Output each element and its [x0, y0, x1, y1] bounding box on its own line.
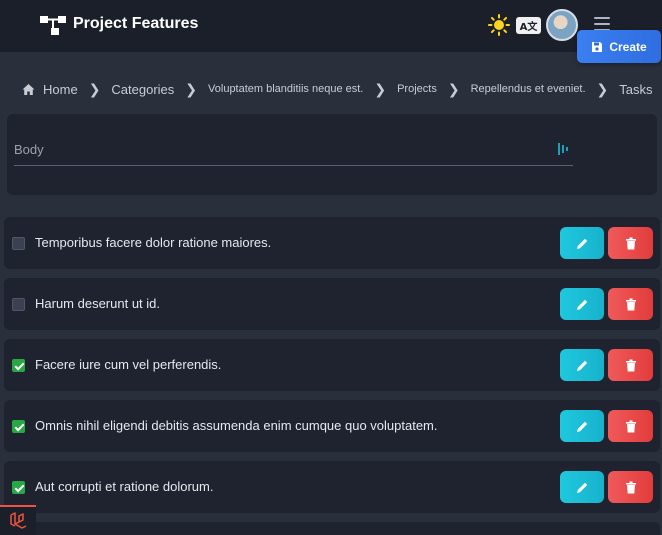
avatar[interactable]: [546, 9, 578, 41]
trash-icon: [625, 237, 636, 249]
chevron-right-icon: ❯: [185, 80, 198, 97]
top-bar: Project Features A文: [0, 0, 662, 52]
pencil-icon: [576, 238, 587, 249]
task-text: Omnis nihil eligendi debitis assumenda e…: [35, 418, 438, 433]
delete-button[interactable]: [608, 410, 653, 442]
create-task-card: [7, 114, 657, 195]
edit-button[interactable]: [560, 349, 604, 381]
task-checkbox[interactable]: [12, 359, 25, 372]
delete-button[interactable]: [608, 227, 653, 259]
task-text: Aut corrupti et ratione dolorum.: [35, 479, 214, 494]
task-row: Aut corrupti et ratione dolorum.: [4, 461, 660, 513]
task-checkbox[interactable]: [12, 481, 25, 494]
chevron-right-icon: ❯: [88, 80, 101, 97]
edit-button[interactable]: [560, 288, 604, 320]
chevron-right-icon: ❯: [374, 80, 387, 97]
task-checkbox[interactable]: [12, 298, 25, 311]
task-text: Temporibus facere dolor ratione maiores.: [35, 235, 272, 250]
delete-button[interactable]: [608, 349, 653, 381]
edit-button[interactable]: [560, 410, 604, 442]
home-icon[interactable]: [22, 83, 35, 96]
body-input[interactable]: [14, 134, 573, 165]
task-checkbox[interactable]: [12, 420, 25, 433]
edit-button[interactable]: [560, 227, 604, 259]
create-button-label: Create: [609, 39, 647, 54]
project-hierarchy-icon[interactable]: [39, 14, 67, 36]
laravel-icon[interactable]: [0, 505, 36, 535]
breadcrumb-home[interactable]: Home: [43, 82, 78, 97]
breadcrumb-tasks: Tasks: [619, 81, 653, 97]
pencil-icon: [576, 360, 587, 371]
chevron-right-icon: ❯: [596, 80, 609, 97]
floppy-disk-icon: [592, 41, 603, 52]
breadcrumb-categories[interactable]: Categories: [111, 82, 174, 97]
pencil-icon: [576, 421, 587, 432]
task-row: Facere iure cum vel perferendis.: [4, 339, 660, 391]
create-button[interactable]: Create: [577, 30, 661, 63]
delete-button[interactable]: [608, 471, 653, 503]
pencil-icon: [576, 482, 587, 493]
task-row: Temporibus facere dolor ratione maiores.: [4, 217, 660, 269]
sun-icon[interactable]: [488, 14, 510, 36]
breadcrumb-category[interactable]: Voluptatem blanditiis neque est.: [208, 83, 363, 95]
breadcrumb-projects[interactable]: Projects: [397, 83, 437, 95]
password-manager-icon[interactable]: [557, 142, 569, 156]
breadcrumb: Home ❯ Categories ❯ Voluptatem blanditii…: [22, 80, 653, 98]
trash-icon: [625, 298, 636, 310]
task-row-partial: [4, 522, 660, 535]
delete-button[interactable]: [608, 288, 653, 320]
chevron-right-icon: ❯: [447, 80, 460, 97]
app-title[interactable]: Project Features: [73, 15, 198, 33]
breadcrumb-project[interactable]: Repellendus et eveniet.: [471, 83, 586, 95]
pencil-icon: [576, 299, 587, 310]
trash-icon: [625, 481, 636, 493]
task-row: Omnis nihil eligendi debitis assumenda e…: [4, 400, 660, 452]
task-row: Harum deserunt ut id.: [4, 278, 660, 330]
task-checkbox[interactable]: [12, 237, 25, 250]
trash-icon: [625, 420, 636, 432]
trash-icon: [625, 359, 636, 371]
task-text: Harum deserunt ut id.: [35, 296, 161, 311]
edit-button[interactable]: [560, 471, 604, 503]
body-field: [14, 134, 573, 166]
laravel-logo: [10, 512, 27, 529]
task-text: Facere iure cum vel perferendis.: [35, 357, 222, 372]
translate-icon[interactable]: A文: [516, 17, 541, 34]
